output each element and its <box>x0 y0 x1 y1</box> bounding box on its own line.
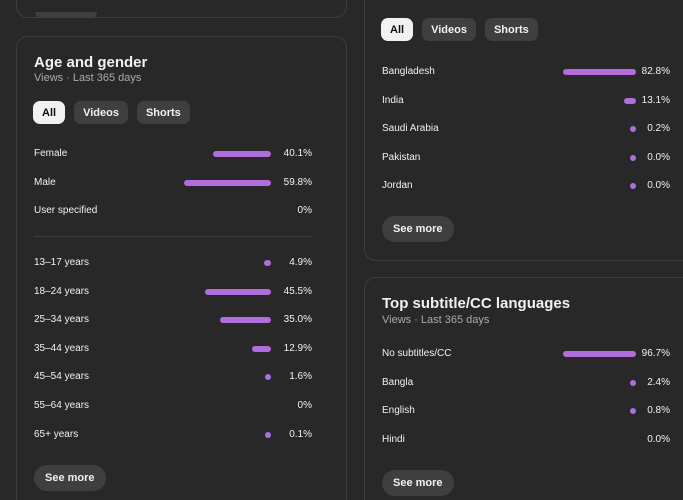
item-percent: 0% <box>297 205 312 217</box>
age-gender-card: Age and gender Views · Last 365 days All… <box>16 36 347 500</box>
percentage-bar <box>205 288 271 295</box>
item-label: Male <box>34 176 56 188</box>
list-item: 25–34 years 35.0% <box>34 314 312 328</box>
item-label: Bangla <box>382 376 414 388</box>
percentage-bar <box>630 408 636 414</box>
list-item: English 0.8% <box>382 405 670 419</box>
previous-card <box>16 0 347 18</box>
list-item: 45–54 years 1.6% <box>34 371 312 385</box>
percentage-bar <box>265 374 271 381</box>
item-percent: 0.0% <box>647 151 670 163</box>
item-percent: 2.4% <box>647 376 670 388</box>
chip-shorts[interactable]: Shorts <box>136 101 190 124</box>
item-label: 45–54 years <box>34 371 90 383</box>
percentage-bar <box>630 154 636 161</box>
item-label: 65+ years <box>34 428 79 440</box>
item-percent: 0.0% <box>647 433 670 445</box>
item-label: 13–17 years <box>34 257 90 268</box>
item-label: No subtitles/CC <box>382 348 452 359</box>
percentage-bar <box>265 431 271 438</box>
percentage-bar <box>624 97 636 104</box>
list-item: 13–17 years 4.9% <box>34 257 312 271</box>
percentage-bar <box>630 379 636 386</box>
list-item: 55–64 years 0% <box>34 400 312 414</box>
list-item: Hindi 0.0% <box>382 434 670 448</box>
card-title: Top subtitle/CC languages <box>382 295 571 312</box>
item-percent: 0% <box>297 400 312 411</box>
item-percent: 0.1% <box>289 428 312 440</box>
item-percent: 40.1% <box>283 148 312 159</box>
item-percent: 59.8% <box>283 176 312 188</box>
item-percent: 4.9% <box>289 257 312 268</box>
see-more-button[interactable]: See more <box>34 465 106 491</box>
list-item: 65+ years 0.1% <box>34 429 312 443</box>
item-percent: 0.8% <box>647 405 670 416</box>
chip-videos[interactable]: Videos <box>74 101 128 124</box>
item-label: 55–64 years <box>34 400 90 411</box>
item-percent: 12.9% <box>283 342 312 354</box>
item-percent: 45.5% <box>283 285 312 297</box>
item-label: Hindi <box>382 433 405 445</box>
item-label: India <box>382 94 404 106</box>
item-percent: 35.0% <box>283 314 312 326</box>
item-label: Saudi Arabia <box>382 123 439 134</box>
list-item: 18–24 years 45.5% <box>34 286 312 300</box>
percentage-bar <box>630 126 636 132</box>
item-percent: 82.8% <box>641 66 670 77</box>
chip-all[interactable]: All <box>33 101 66 124</box>
list-item: Bangladesh 82.8% <box>382 66 670 80</box>
item-percent: 13.1% <box>641 94 670 106</box>
item-label: 18–24 years <box>34 285 90 297</box>
see-more-button[interactable]: See more <box>382 216 454 242</box>
percentage-bar <box>630 183 636 189</box>
item-percent: 0.2% <box>647 123 670 134</box>
subtitles-card: Top subtitle/CC languages Views · Last 3… <box>364 277 683 500</box>
item-label: 25–34 years <box>34 314 90 326</box>
item-label: User specified <box>34 205 98 217</box>
percentage-bar <box>212 151 271 157</box>
filter-chips: All Videos Shorts <box>33 101 190 124</box>
filter-chips: All Videos Shorts <box>381 18 538 41</box>
item-label: English <box>382 405 415 416</box>
chip-shorts[interactable]: Shorts <box>484 18 538 41</box>
item-label: Female <box>34 148 68 159</box>
item-label: Jordan <box>382 180 413 191</box>
item-percent: 96.7% <box>641 348 670 359</box>
percentage-bar <box>563 69 636 75</box>
item-percent: 1.6% <box>289 371 312 383</box>
card-subtitle: Views · Last 365 days <box>382 314 490 326</box>
chip-all[interactable]: All <box>381 18 414 41</box>
previous-card-button[interactable] <box>35 12 97 18</box>
list-item: Female 40.1% <box>34 148 312 162</box>
percentage-bar <box>184 179 271 186</box>
item-label: 35–44 years <box>34 342 90 354</box>
list-item: Pakistan 0.0% <box>382 152 670 166</box>
list-item: Bangla 2.4% <box>382 377 670 391</box>
item-label: Bangladesh <box>382 66 435 77</box>
card-title: Age and gender <box>34 54 148 71</box>
percentage-bar <box>263 260 271 266</box>
percentage-bar <box>220 317 271 324</box>
list-item: Jordan 0.0% <box>382 180 670 194</box>
card-subtitle: Views · Last 365 days <box>34 72 142 84</box>
item-percent: 0.0% <box>647 180 670 191</box>
see-more-button[interactable]: See more <box>382 470 454 496</box>
list-item: No subtitles/CC 96.7% <box>382 348 670 362</box>
list-item: Saudi Arabia 0.2% <box>382 123 670 137</box>
geography-card: All Videos Shorts Bangladesh 82.8% India 13… <box>364 0 683 261</box>
list-item: India 13.1% <box>382 95 670 109</box>
divider <box>34 236 312 237</box>
list-item: 35–44 years 12.9% <box>34 343 312 357</box>
percentage-bar <box>252 345 271 352</box>
chip-videos[interactable]: Videos <box>422 18 476 41</box>
percentage-bar <box>562 351 636 357</box>
list-item: Male 59.8% <box>34 177 312 191</box>
item-label: Pakistan <box>382 151 421 163</box>
list-item: User specified 0% <box>34 205 312 219</box>
